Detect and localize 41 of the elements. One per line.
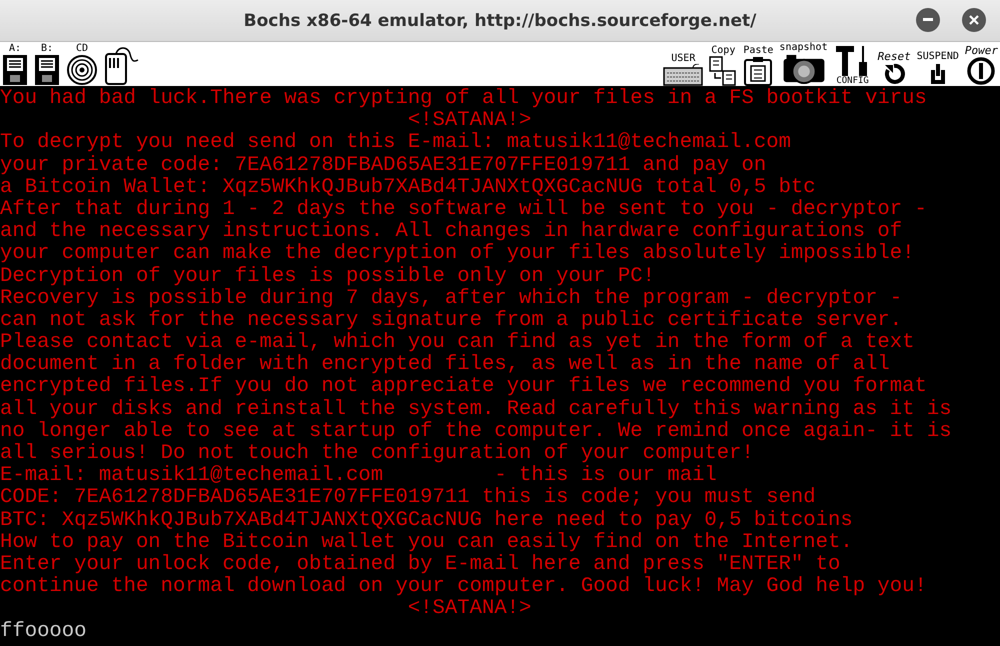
toolbar-button[interactable]: SUSPEND	[914, 42, 961, 86]
toolbar-button[interactable]: B:	[32, 42, 62, 86]
typed-input[interactable]: ffooooo	[0, 620, 1000, 643]
console-line: continue the normal download on your computer. Good luck! May God help you!	[0, 576, 928, 598]
console-line: and the necessary instructions. All changes in hardware configurations of	[0, 221, 902, 244]
close-icon	[969, 15, 979, 25]
minus-icon	[923, 18, 933, 22]
toolbar-button[interactable]: CONFIG	[832, 42, 874, 86]
toolbar-button[interactable]: CD	[64, 42, 100, 86]
console-line: To decrypt you need send on this E-mail: matusik11@techemail.com	[0, 132, 792, 155]
console-line: document in a folder with encrypted files, as well as in the name of all	[0, 354, 890, 376]
console-line: You had bad luck.There was crypting of all your files in a FS bootkit virus	[0, 88, 928, 110]
toolbar-button[interactable]: USER	[661, 42, 706, 86]
console-line: <!SATANA!>	[406, 110, 532, 132]
console-line: all your disks and reinstall the system. Read carefully this warning as it is	[0, 398, 953, 421]
console-line: Decryption of your files is possible only on your PC!	[0, 266, 656, 288]
console-line: Enter your unlock code, obtained by E-mail here and press "ENTER" to	[0, 554, 842, 576]
console-line: How to pay on the Bitcoin wallet you can easily find on the Internet.	[0, 532, 854, 554]
console-line: E-mail: matusik11@techemail.com - this is our mail	[0, 465, 718, 488]
console-line: no longer able to see at startup of the computer. We remind once again- it is	[0, 420, 953, 443]
console-line: your private code: 7EA61278DFBAD65AE31E707FFE019711 and pay on	[0, 154, 768, 177]
window-title: Bochs x86-64 emulator, http://bochs.sourceforge.net/	[244, 10, 756, 30]
console-line: Please contact via e-mail, which you can find as yet in the form of a text	[0, 332, 916, 354]
console-line: CODE: 7EA61278DFBAD65AE31E707FFE019711 this is code; you must send	[0, 487, 817, 510]
console-line: can not ask for the necessary signature from a public certificate server.	[0, 310, 904, 332]
toolbar-button[interactable]: Reset	[876, 42, 913, 86]
console-line: BTC: Xqz5WKhkQJBub7XABd4TJANXtQXGCacNUG here need to pay 0,5 bitcoins	[0, 510, 854, 532]
toolbar-button[interactable]: A:	[0, 42, 30, 86]
console-line: your computer can make the decryption of your files absolutely impossible!	[0, 243, 916, 266]
console-line: encrypted files.If you do not appreciate your files we recommend you format	[0, 376, 928, 399]
minimize-button[interactable]	[916, 8, 940, 32]
console-line: <!SATANA!>	[406, 598, 532, 620]
toolbar-button[interactable]: snapshot	[777, 42, 830, 86]
console-line: all serious! Do not touch the configuration of your computer!	[0, 443, 755, 465]
toolbar-button[interactable]: Power	[962, 42, 1000, 86]
close-button[interactable]	[962, 8, 986, 32]
toolbar-button[interactable]: Copy	[707, 42, 740, 86]
console-line: Recovery is possible during 7 days, after which the program - decryptor -	[0, 288, 904, 310]
toolbar-button[interactable]: Paste	[741, 42, 776, 86]
console-line: a Bitcoin Wallet: Xqz5WKhkQJBub7XABd4TJANXtQXGCacNUG total 0,5 btc	[0, 176, 817, 199]
console-line: After that during 1 - 2 days the software will be sent to you - decryptor -	[0, 198, 928, 221]
